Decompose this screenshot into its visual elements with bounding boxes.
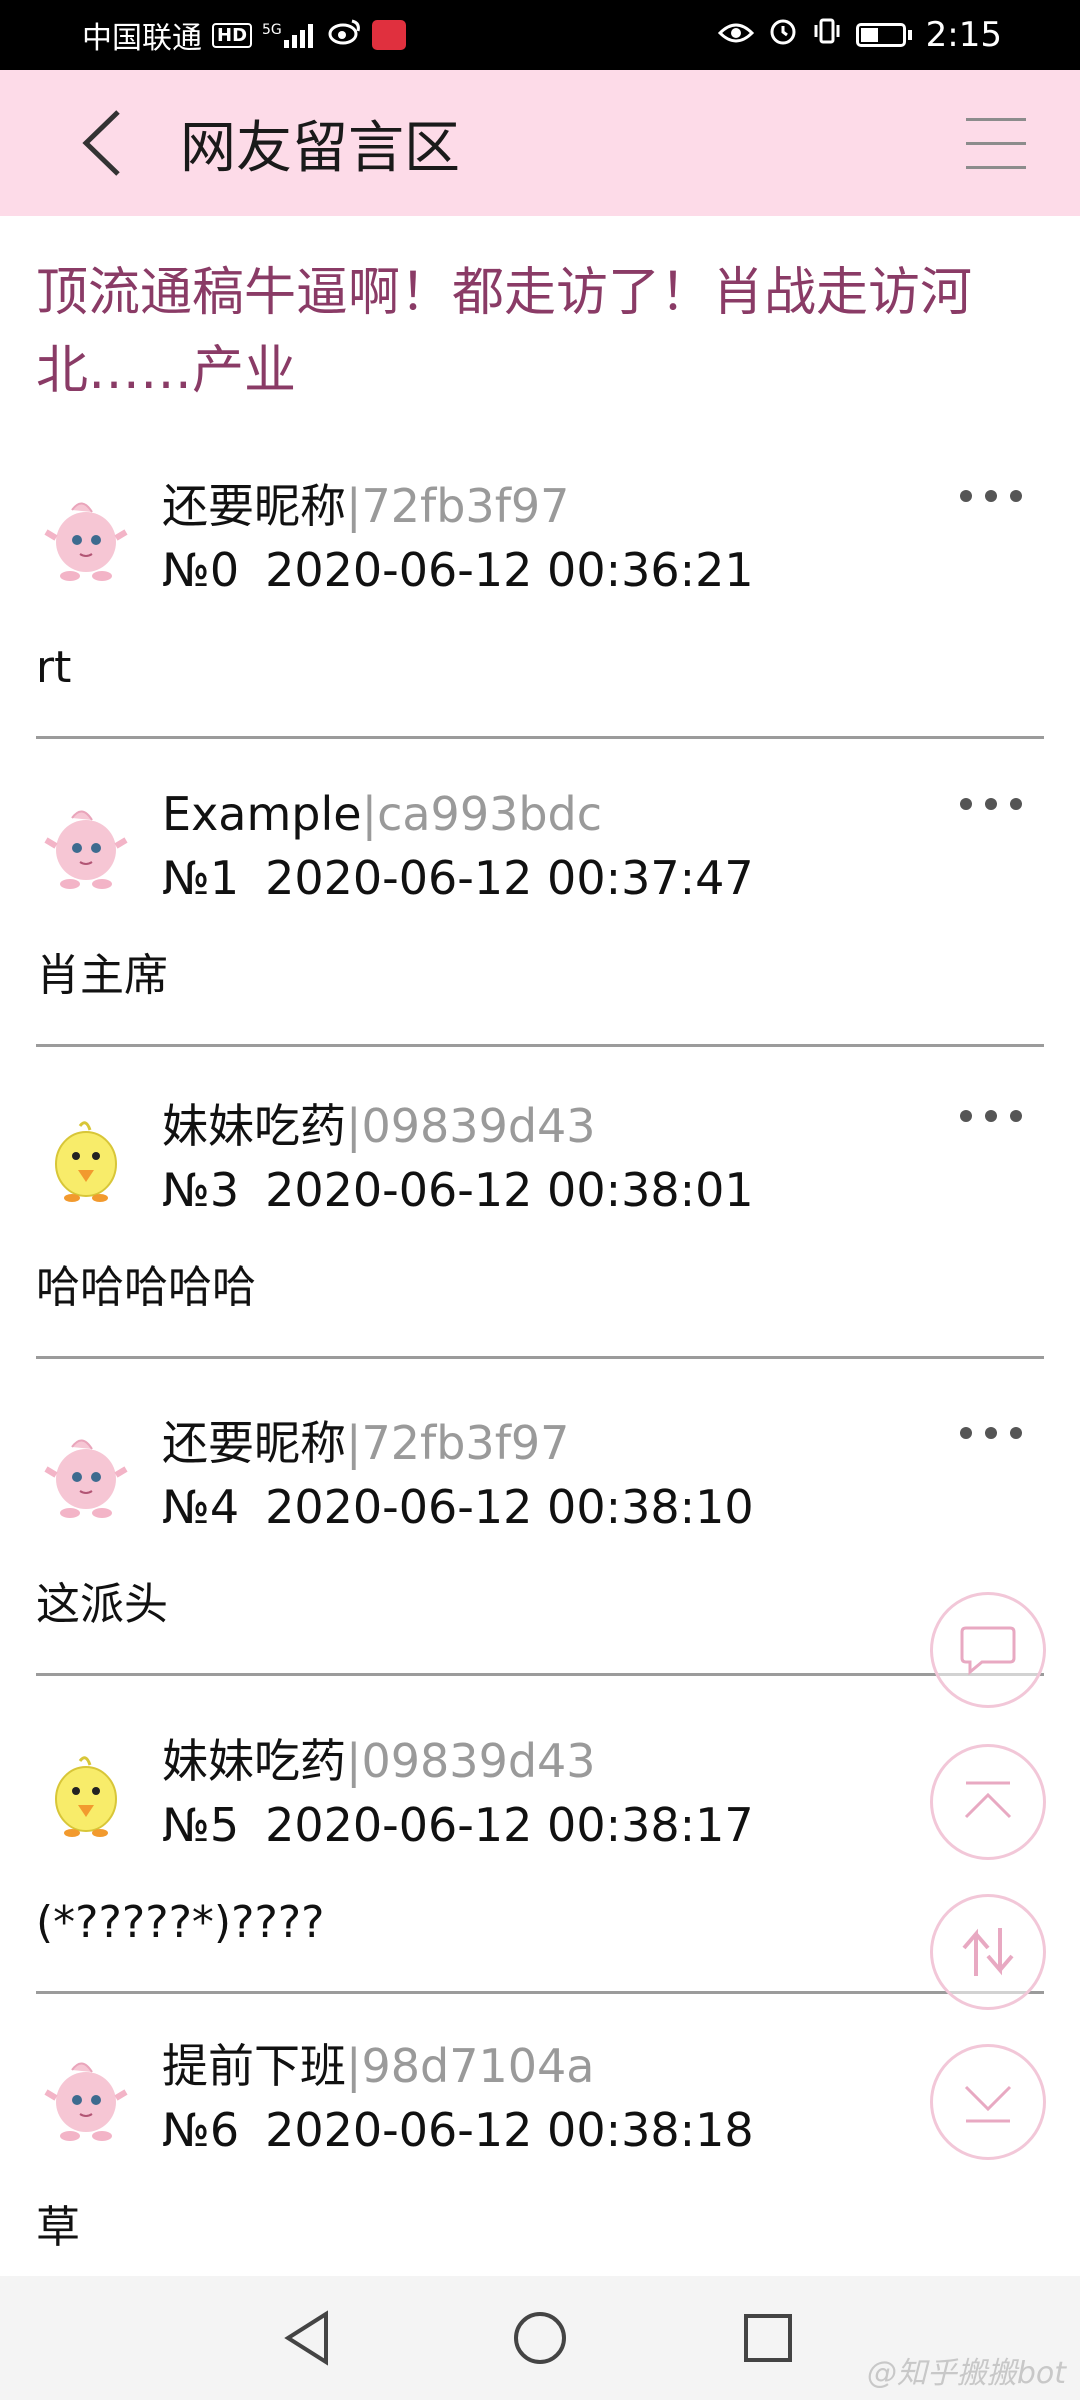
comment-divider	[36, 1044, 1044, 1047]
carrier-label: 中国联通	[82, 21, 202, 56]
author-id: |98d7104a	[346, 2039, 595, 2093]
clock: 2:15	[925, 15, 1002, 55]
comment-button[interactable]	[930, 1592, 1046, 1708]
back-button[interactable]	[62, 103, 142, 183]
author-nickname: 还要昵称	[162, 479, 346, 533]
comment-content: 哈哈哈哈哈	[36, 1262, 256, 1313]
author-id: |72fb3f97	[346, 1416, 570, 1470]
author-nickname: Example	[162, 787, 362, 841]
comment-number: №0	[162, 543, 240, 597]
comment-timestamp: 2020-06-12 00:37:47	[265, 851, 754, 905]
square-recent-icon	[744, 2314, 792, 2362]
pink-jigglypuff-avatar[interactable]	[42, 798, 130, 896]
comment-author[interactable]: 妹妹吃药|09839d43	[162, 1731, 596, 1791]
comment-content: 草	[36, 2202, 80, 2253]
author-nickname: 提前下班	[162, 2039, 346, 2093]
author-nickname: 还要昵称	[162, 1416, 346, 1470]
refresh-swap-icon	[962, 1928, 1014, 1976]
comment-author[interactable]: 妹妹吃药|09839d43	[162, 1096, 596, 1156]
comment-author[interactable]: 还要昵称|72fb3f97	[162, 476, 569, 536]
signal-icon: 5G	[262, 22, 318, 48]
watermark: @知乎搬搬bot	[866, 2356, 1066, 2391]
refresh-button[interactable]	[930, 1894, 1046, 2010]
comment-divider	[36, 736, 1044, 739]
status-left: 中国联通 HD 5G	[82, 13, 406, 57]
hamburger-menu-icon	[966, 118, 1026, 121]
status-bar: 中国联通 HD 5G 2:15	[0, 0, 1080, 70]
more-options-button[interactable]	[960, 784, 1022, 824]
comment-number: №1	[162, 851, 240, 905]
scroll-bottom-icon	[964, 2085, 1012, 2123]
hd-badge: HD	[212, 22, 253, 48]
comment-timestamp: 2020-06-12 00:38:01	[265, 1163, 754, 1217]
comment-author[interactable]: Example|ca993bdc	[162, 784, 602, 844]
author-nickname: 妹妹吃药	[162, 1734, 346, 1788]
vibrate-icon	[812, 16, 842, 54]
more-options-button[interactable]	[960, 476, 1022, 516]
comment-content: (*?????*)????	[36, 1897, 325, 1948]
alarm-icon	[768, 16, 798, 54]
comment-meta: №1 2020-06-12 00:37:47	[162, 848, 754, 908]
comment-meta: №5 2020-06-12 00:38:17	[162, 1795, 754, 1855]
system-nav-bar: @知乎搬搬bot	[0, 2276, 1080, 2400]
chevron-left-icon	[82, 110, 120, 176]
more-dots-icon	[960, 490, 972, 502]
comment-divider	[36, 1991, 1044, 1994]
scroll-bottom-button[interactable]	[930, 2044, 1046, 2160]
comment-number: №5	[162, 1798, 240, 1852]
scroll-top-button[interactable]	[930, 1744, 1046, 1860]
comment-timestamp: 2020-06-12 00:36:21	[265, 543, 754, 597]
more-options-button[interactable]	[960, 1096, 1022, 1136]
comment-content: 这派头	[36, 1579, 168, 1630]
page-title: 网友留言区	[180, 115, 460, 181]
author-id: |ca993bdc	[361, 787, 603, 841]
comment-author[interactable]: 提前下班|98d7104a	[162, 2036, 595, 2096]
more-dots-icon	[960, 1110, 972, 1122]
status-right: 2:15	[717, 15, 1002, 55]
app-header: 网友留言区	[0, 70, 1080, 216]
app-notification-icon	[371, 20, 406, 50]
menu-button[interactable]	[966, 118, 1026, 170]
circle-home-icon	[514, 2312, 566, 2364]
eye-icon	[717, 18, 754, 53]
comment-content: 肖主席	[36, 950, 168, 1001]
pink-jigglypuff-avatar[interactable]	[42, 2050, 130, 2148]
comment-icon	[960, 1626, 1016, 1676]
triangle-back-icon	[284, 2310, 328, 2366]
comment-number: №6	[162, 2103, 240, 2157]
comment-divider	[36, 1673, 1044, 1676]
topic-title: 顶流通稿牛逼啊！都走访了！肖战走访河北……产业	[36, 263, 973, 401]
nav-home-button[interactable]	[508, 2306, 572, 2370]
more-dots-icon	[960, 798, 972, 810]
author-id: |72fb3f97	[346, 479, 570, 533]
comment-timestamp: 2020-06-12 00:38:17	[265, 1798, 754, 1852]
author-id: |09839d43	[346, 1099, 596, 1153]
comment-timestamp: 2020-06-12 00:38:10	[265, 1480, 754, 1534]
pink-jigglypuff-avatar[interactable]	[42, 490, 130, 588]
battery-icon	[855, 23, 912, 47]
comment-meta: №6 2020-06-12 00:38:18	[162, 2100, 754, 2160]
weibo-icon	[328, 17, 362, 53]
comment-meta: №4 2020-06-12 00:38:10	[162, 1477, 754, 1537]
yellow-chick-avatar[interactable]	[42, 1745, 130, 1843]
comment-divider	[36, 1356, 1044, 1359]
comment-content: rt	[36, 642, 72, 693]
scroll-top-icon	[964, 1781, 1012, 1819]
comment-meta: №3 2020-06-12 00:38:01	[162, 1160, 754, 1220]
comment-meta: №0 2020-06-12 00:36:21	[162, 540, 754, 600]
more-dots-icon	[960, 1427, 972, 1439]
yellow-chick-avatar[interactable]	[42, 1110, 130, 1208]
comment-timestamp: 2020-06-12 00:38:18	[265, 2103, 754, 2157]
author-nickname: 妹妹吃药	[162, 1099, 346, 1153]
more-options-button[interactable]	[960, 1413, 1022, 1453]
author-id: |09839d43	[346, 1734, 596, 1788]
comment-author[interactable]: 还要昵称|72fb3f97	[162, 1413, 569, 1473]
pink-jigglypuff-avatar[interactable]	[42, 1427, 130, 1525]
comment-number: №3	[162, 1163, 240, 1217]
comment-number: №4	[162, 1480, 240, 1534]
nav-recent-button[interactable]	[736, 2306, 800, 2370]
nav-back-button[interactable]	[276, 2306, 340, 2370]
network-type: 5G	[262, 22, 282, 38]
